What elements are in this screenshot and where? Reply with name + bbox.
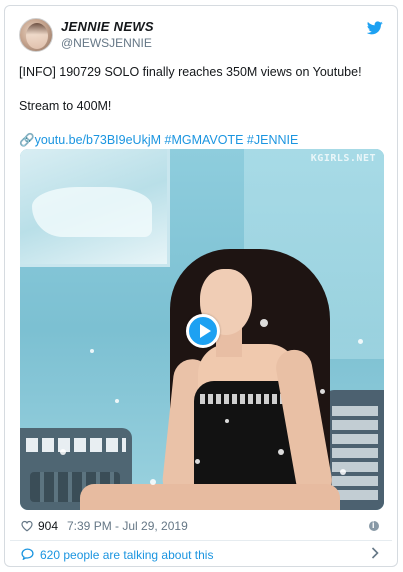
- tweet-meta: 904 7:39 PM - Jul 29, 2019: [19, 519, 383, 535]
- twitter-bird-icon[interactable]: [367, 21, 383, 35]
- snow-flake: [320, 389, 325, 394]
- snow-flake: [340, 469, 346, 475]
- snow-flake: [60, 449, 66, 455]
- snow-flake: [358, 339, 363, 344]
- snow-flake: [278, 449, 284, 455]
- media-poster: [20, 149, 170, 267]
- speech-bubble-icon: [21, 548, 34, 560]
- tweet-timestamp[interactable]: 7:39 PM - Jul 29, 2019: [67, 519, 188, 533]
- like-count[interactable]: 904: [38, 519, 58, 533]
- snow-flake: [90, 349, 94, 353]
- chevron-right-icon[interactable]: [371, 547, 379, 559]
- account-handle[interactable]: @NEWSJENNIE: [61, 36, 152, 50]
- tweet-card: JENNIE NEWS @NEWSJENNIE [INFO] 190729 SO…: [4, 5, 398, 567]
- conversation-link[interactable]: 620 people are talking about this: [19, 547, 383, 563]
- account-name[interactable]: JENNIE NEWS: [61, 19, 154, 34]
- heart-icon[interactable]: [21, 520, 33, 532]
- media-watermark: KGIRLS.NET: [310, 153, 376, 164]
- snow-flake: [260, 319, 268, 327]
- avatar[interactable]: [19, 18, 53, 52]
- tweet-line-1: [INFO] 190729 SOLO finally reaches 350M …: [19, 65, 362, 79]
- snow-flake: [195, 459, 200, 464]
- tweet-line-2: Stream to 400M!: [19, 99, 112, 113]
- tweet-header: JENNIE NEWS @NEWSJENNIE: [19, 18, 385, 54]
- media-figure-legs: [80, 484, 340, 510]
- conversation-count-text[interactable]: 620 people are talking about this: [40, 548, 213, 562]
- snow-flake: [225, 419, 229, 423]
- snow-flake: [115, 399, 119, 403]
- divider: [10, 540, 392, 541]
- play-button[interactable]: [186, 314, 220, 348]
- video-media[interactable]: KGIRLS.NET: [20, 149, 384, 510]
- snow-flake: [150, 479, 156, 485]
- info-icon[interactable]: [369, 520, 379, 531]
